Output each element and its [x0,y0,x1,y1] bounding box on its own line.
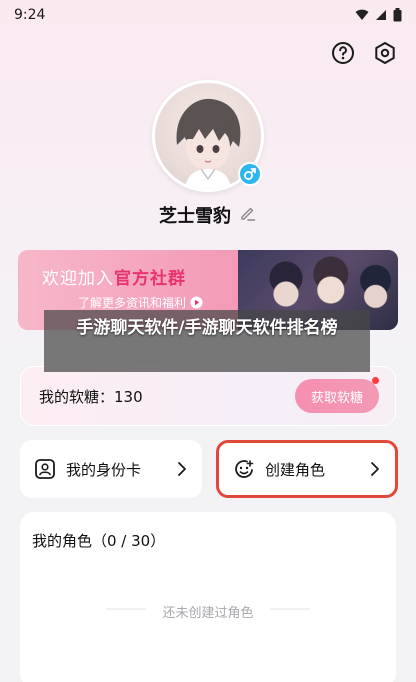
male-badge [238,162,262,186]
chevron-right-icon [371,462,379,476]
id-card-button[interactable]: 我的身份卡 [20,440,202,498]
play-circle-icon [190,296,203,309]
pencil-icon [241,207,256,221]
banner-subtitle: 了解更多资讯和福利 [78,296,187,310]
username: 芝士雪豹 [159,206,231,227]
id-card-icon [34,458,56,480]
username-row: 芝士雪豹 [0,202,416,228]
create-role-label: 创建角色 [265,460,326,479]
gear-icon [375,42,395,64]
banner-title-part1: 欢迎加入 [42,269,114,289]
my-roles-title: 我的角色（0 / 30） [32,532,166,550]
status-icons [355,8,402,22]
male-icon [244,168,256,180]
banner-title-part2: 官方社群 [114,269,186,289]
signal-icon [376,10,386,20]
settings-button[interactable] [372,40,398,66]
banner-title: 欢迎加入官方社群 [42,264,186,289]
top-actions [330,40,398,66]
battery-icon [393,8,402,22]
create-role-button[interactable]: 创建角色 [216,440,398,498]
get-candy-label: 获取软糖 [310,390,363,406]
get-candy-button[interactable]: 获取软糖 [294,377,379,413]
candy-balance: 我的软糖：130 [39,387,143,406]
help-button[interactable] [330,40,356,66]
candy-card: 我的软糖：130 获取软糖 [20,366,396,426]
banner-subtitle-row: 了解更多资讯和福利 [78,294,203,311]
notification-dot [372,377,379,384]
overlay-caption: 手游聊天软件/手游聊天软件排名榜 [44,310,370,372]
chevron-right-icon [178,462,186,476]
status-bar: 9:24 [0,0,416,30]
smile-face-icon [233,458,255,480]
empty-state-text: 还未创建过角色 [162,606,254,621]
edit-name-button[interactable] [239,204,257,226]
avatar-container[interactable] [152,80,264,192]
help-icon [332,42,354,64]
id-card-label: 我的身份卡 [66,460,142,479]
status-time: 9:24 [14,7,46,23]
my-roles-card: 我的角色（0 / 30） 还未创建过角色 [20,512,396,682]
wifi-icon [355,9,369,20]
